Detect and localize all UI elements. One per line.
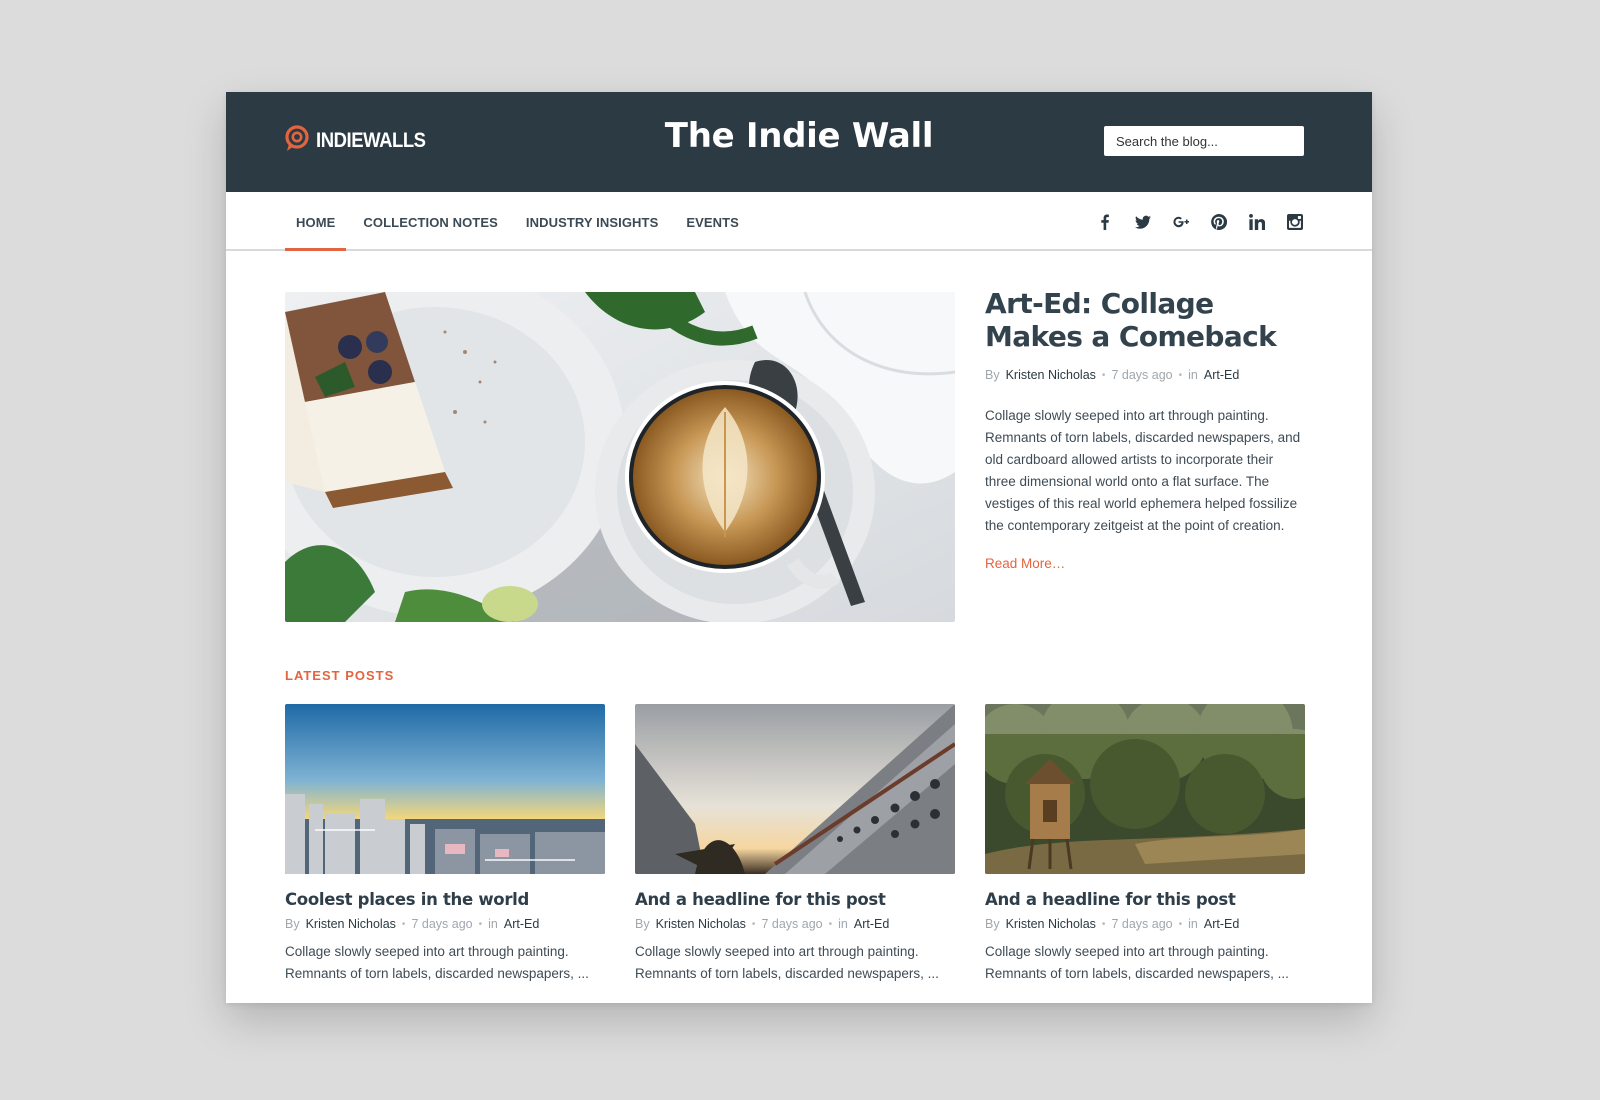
nav-item-home[interactable]: HOME: [285, 192, 347, 251]
meta-time: 7 days ago: [411, 917, 473, 931]
meta-dot: •: [1101, 918, 1106, 930]
meta-dot: •: [1178, 369, 1183, 381]
post-title[interactable]: And a headline for this post: [985, 890, 1305, 909]
twitter-icon[interactable]: [1134, 213, 1152, 231]
post-excerpt: Collage slowly seeped into art through p…: [985, 944, 1289, 981]
post-title[interactable]: Coolest places in the world: [285, 890, 605, 909]
post-card: And a headline for this post By Kristen …: [985, 704, 1305, 985]
coffee-and-cake-photo: [285, 292, 955, 622]
meta-in: in: [488, 917, 498, 931]
meta-time: 7 days ago: [1111, 368, 1173, 382]
meta-in: in: [1188, 368, 1198, 382]
nav-menu: HOME COLLECTION NOTES INDUSTRY INSIGHTS …: [285, 192, 756, 251]
post-meta: By Kristen Nicholas • 7 days ago • in Ar…: [985, 917, 1305, 931]
post-thumbnail[interactable]: [285, 704, 605, 874]
read-more-link[interactable]: Read More…: [985, 556, 1065, 571]
post-card: Coolest places in the world By Kristen N…: [285, 704, 605, 985]
featured-image[interactable]: [285, 292, 955, 622]
main-nav: HOME COLLECTION NOTES INDUSTRY INSIGHTS …: [226, 192, 1372, 251]
post-meta: By Kristen Nicholas • 7 days ago • in Ar…: [635, 917, 955, 931]
city-skyline-photo: [285, 704, 605, 874]
meta-author[interactable]: Kristen Nicholas: [306, 917, 396, 931]
featured-excerpt: Collage slowly seeped into art through p…: [985, 408, 1301, 533]
meta-dot: •: [1178, 918, 1183, 930]
meta-category[interactable]: Art-Ed: [504, 917, 539, 931]
social-links: [1096, 192, 1304, 251]
post-thumbnail[interactable]: [985, 704, 1305, 874]
meta-by: By: [285, 917, 300, 931]
nav-item-industry-insights[interactable]: INDUSTRY INSIGHTS: [515, 192, 669, 249]
facebook-icon[interactable]: [1096, 213, 1114, 231]
featured-title[interactable]: Art-Ed: Collage Makes a Comeback: [985, 287, 1315, 353]
blog-page: INDIEWALLS The Indie Wall HOME COLLECTIO…: [226, 92, 1372, 1003]
meta-category[interactable]: Art-Ed: [1204, 917, 1239, 931]
meta-in: in: [838, 917, 848, 931]
meta-dot: •: [828, 918, 833, 930]
meta-time: 7 days ago: [761, 917, 823, 931]
linkedin-icon[interactable]: [1248, 213, 1266, 231]
meta-in: in: [1188, 917, 1198, 931]
post-thumbnail[interactable]: [635, 704, 955, 874]
post-meta: By Kristen Nicholas • 7 days ago • in Ar…: [285, 917, 605, 931]
meta-dot: •: [478, 918, 483, 930]
meta-author[interactable]: Kristen Nicholas: [656, 917, 746, 931]
meta-category[interactable]: Art-Ed: [1204, 368, 1239, 382]
meta-time: 7 days ago: [1111, 917, 1173, 931]
nav-item-events[interactable]: EVENTS: [675, 192, 750, 249]
instagram-icon[interactable]: [1286, 213, 1304, 231]
cruise-ship-photo: [635, 704, 955, 874]
meta-by: By: [985, 917, 1000, 931]
google-plus-icon[interactable]: [1172, 213, 1190, 231]
meta-by: By: [985, 368, 1000, 382]
meta-author[interactable]: Kristen Nicholas: [1006, 368, 1096, 382]
post-excerpt: Collage slowly seeped into art through p…: [285, 944, 589, 981]
meta-dot: •: [401, 918, 406, 930]
meta-category[interactable]: Art-Ed: [854, 917, 889, 931]
pinterest-icon[interactable]: [1210, 213, 1228, 231]
post-card: And a headline for this post By Kristen …: [635, 704, 955, 985]
meta-dot: •: [751, 918, 756, 930]
meta-dot: •: [1101, 369, 1106, 381]
search-input[interactable]: [1104, 126, 1304, 156]
latest-posts-heading: LATEST POSTS: [285, 668, 395, 683]
meta-author[interactable]: Kristen Nicholas: [1006, 917, 1096, 931]
nav-item-collection-notes[interactable]: COLLECTION NOTES: [352, 192, 509, 249]
post-title[interactable]: And a headline for this post: [635, 890, 955, 909]
forest-cabin-photo: [985, 704, 1305, 874]
post-excerpt: Collage slowly seeped into art through p…: [635, 944, 939, 981]
site-header: INDIEWALLS The Indie Wall: [226, 92, 1372, 192]
featured-meta: By Kristen Nicholas • 7 days ago • in Ar…: [985, 368, 1239, 382]
meta-by: By: [635, 917, 650, 931]
